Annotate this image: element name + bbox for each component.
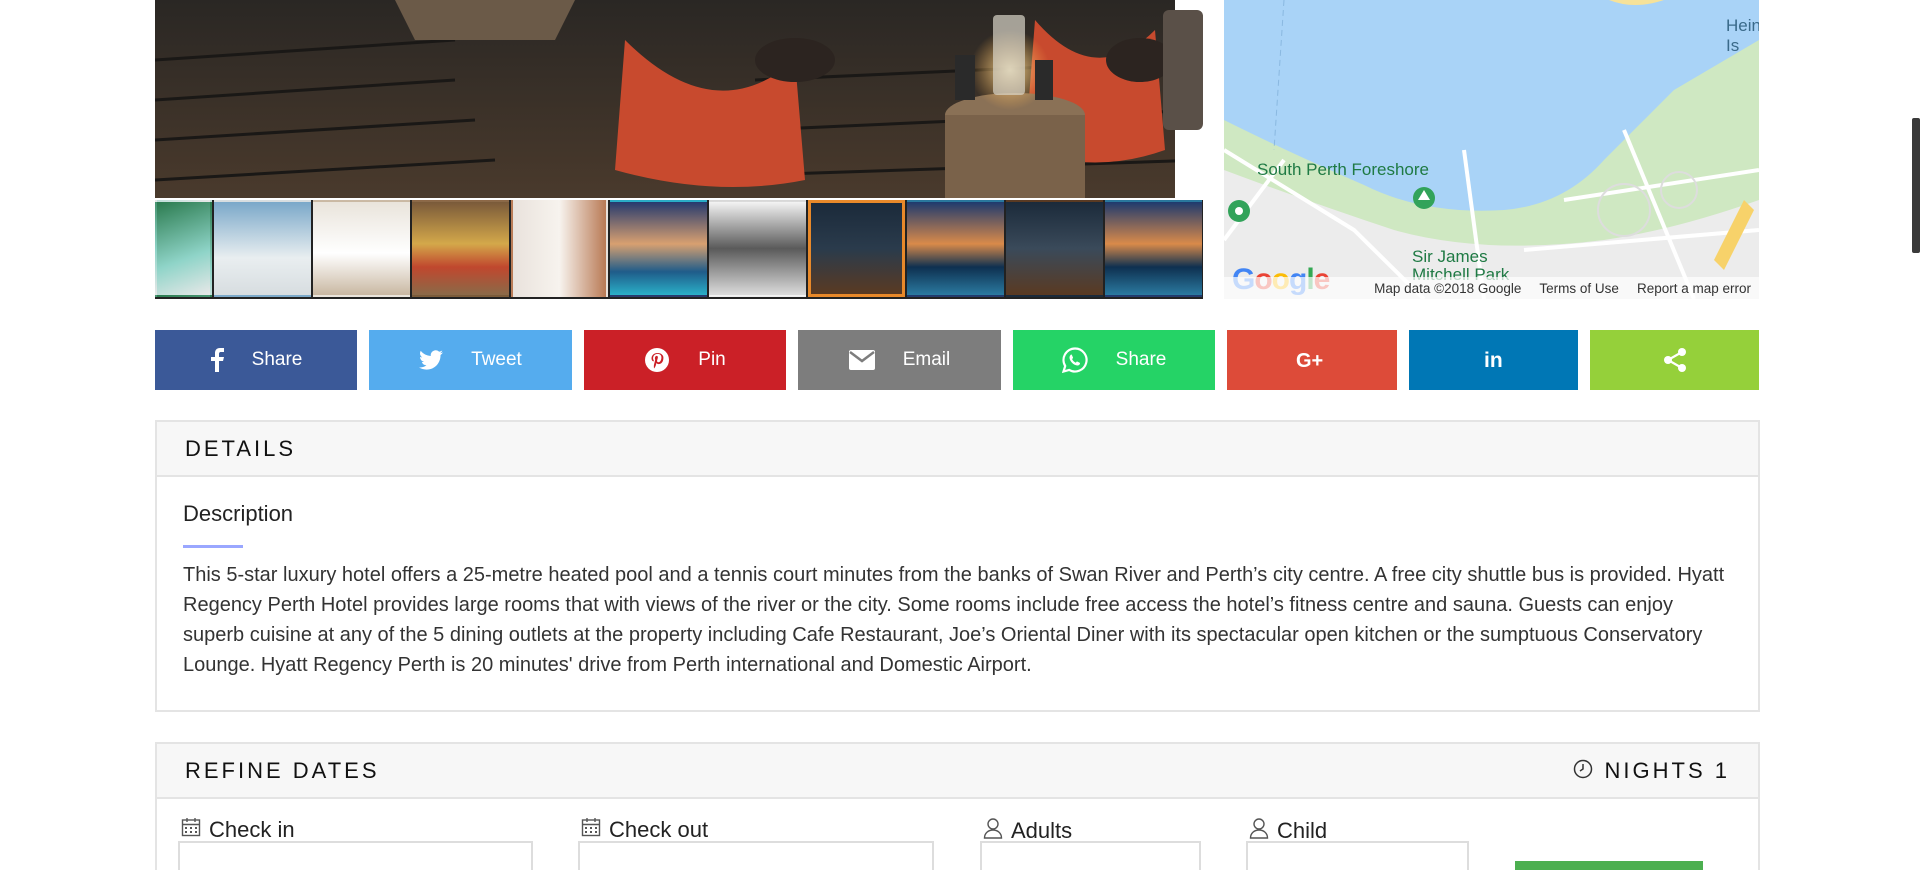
email-icon xyxy=(848,350,875,370)
child-select[interactable] xyxy=(1246,841,1469,870)
check-in-label: Check in xyxy=(209,817,295,842)
share-bar: Share Tweet Pin Email Share G+ in xyxy=(155,330,1759,390)
thumbnail[interactable] xyxy=(155,200,212,297)
share-pinterest-button[interactable]: Pin xyxy=(584,330,786,390)
share-facebook-button[interactable]: Share xyxy=(155,330,357,390)
map-label-heirisson-island: Hein Is xyxy=(1726,16,1759,55)
check-out-label: Check out xyxy=(609,817,709,842)
thumbnail[interactable] xyxy=(214,200,311,297)
calendar-icon xyxy=(181,817,201,843)
page: South Perth Foreshore Sir James Mitchell… xyxy=(0,0,1920,870)
update-search-button[interactable] xyxy=(1515,861,1703,870)
thumbnail[interactable] xyxy=(709,200,806,297)
share-email-button[interactable]: Email xyxy=(798,330,1001,390)
share-more-button[interactable] xyxy=(1590,330,1759,390)
details-heading: DETAILS xyxy=(185,435,297,461)
check-out-label-row: Check out xyxy=(581,817,708,843)
details-panel: DETAILS Description This 5-star luxury h… xyxy=(155,420,1760,712)
share-facebook-label: Share xyxy=(251,349,303,370)
refine-dates-panel: REFINE DATES NIGHTS 1 Check in Check out… xyxy=(155,742,1760,870)
refine-dates-form: Check in Check out Adults Child xyxy=(157,799,1758,870)
details-header: DETAILS xyxy=(157,422,1758,477)
map-label-south-perth: South Perth Foreshore xyxy=(1257,160,1429,179)
pinterest-icon xyxy=(644,347,670,373)
share-google-plus-button[interactable]: G+ xyxy=(1227,330,1397,390)
thumbnail[interactable] xyxy=(313,200,410,297)
whatsapp-icon xyxy=(1061,347,1088,373)
clock-icon xyxy=(1573,759,1593,783)
map-footer: Map data ©2018 Google Terms of Use Repor… xyxy=(1224,277,1759,299)
thumbnail[interactable] xyxy=(610,200,707,297)
svg-text:in: in xyxy=(1484,349,1503,371)
check-in-input[interactable] xyxy=(178,841,533,870)
facebook-icon xyxy=(210,348,224,372)
adults-select[interactable] xyxy=(980,841,1201,870)
calendar-icon xyxy=(581,817,601,843)
refine-dates-header: REFINE DATES NIGHTS 1 xyxy=(157,744,1758,799)
thumbnail[interactable] xyxy=(412,200,509,297)
nights-indicator: NIGHTS 1 xyxy=(1573,758,1730,784)
thumbnail[interactable] xyxy=(1006,200,1103,297)
refine-dates-heading: REFINE DATES xyxy=(185,757,380,783)
page-scrollbar-thumb[interactable] xyxy=(1912,118,1920,253)
share-email-label: Email xyxy=(902,349,951,370)
nights-label: NIGHTS 1 xyxy=(1604,757,1730,783)
check-in-field: Check in xyxy=(181,817,295,843)
map-data-credit: Map data ©2018 Google xyxy=(1374,280,1522,296)
share-whatsapp-button[interactable]: Share xyxy=(1013,330,1215,390)
photo-gallery xyxy=(155,0,1203,300)
thumbnail-active[interactable] xyxy=(808,200,905,297)
google-plus-icon: G+ xyxy=(1296,350,1328,370)
description-title: Description xyxy=(183,501,294,526)
check-in-label-row: Check in xyxy=(181,817,295,843)
share-twitter-button[interactable]: Tweet xyxy=(369,330,572,390)
twitter-icon xyxy=(419,350,444,370)
map-report-error-link[interactable]: Report a map error xyxy=(1637,281,1751,296)
thumbnail-strip xyxy=(155,200,1203,299)
description-text: This 5-star luxury hotel offers a 25-met… xyxy=(183,564,1725,676)
location-map[interactable]: South Perth Foreshore Sir James Mitchell… xyxy=(1224,0,1759,299)
description-underline xyxy=(183,545,243,548)
thumbnail[interactable] xyxy=(907,200,1004,297)
share-twitter-label: Tweet xyxy=(471,349,522,370)
share-linkedin-button[interactable]: in xyxy=(1409,330,1578,390)
details-body: Description This 5-star luxury hotel off… xyxy=(157,477,1758,704)
linkedin-icon: in xyxy=(1483,349,1505,371)
svg-text:G+: G+ xyxy=(1296,350,1323,370)
share-whatsapp-label: Share xyxy=(1115,349,1167,370)
check-out-field: Check out xyxy=(581,817,708,843)
map-terms-link[interactable]: Terms of Use xyxy=(1539,281,1619,296)
share-icon xyxy=(1662,347,1688,373)
share-pinterest-label: Pin xyxy=(698,349,726,370)
main-photo xyxy=(155,0,1203,198)
check-out-input[interactable] xyxy=(578,841,934,870)
thumbnail[interactable] xyxy=(1105,200,1202,297)
thumbnail[interactable] xyxy=(511,200,608,297)
